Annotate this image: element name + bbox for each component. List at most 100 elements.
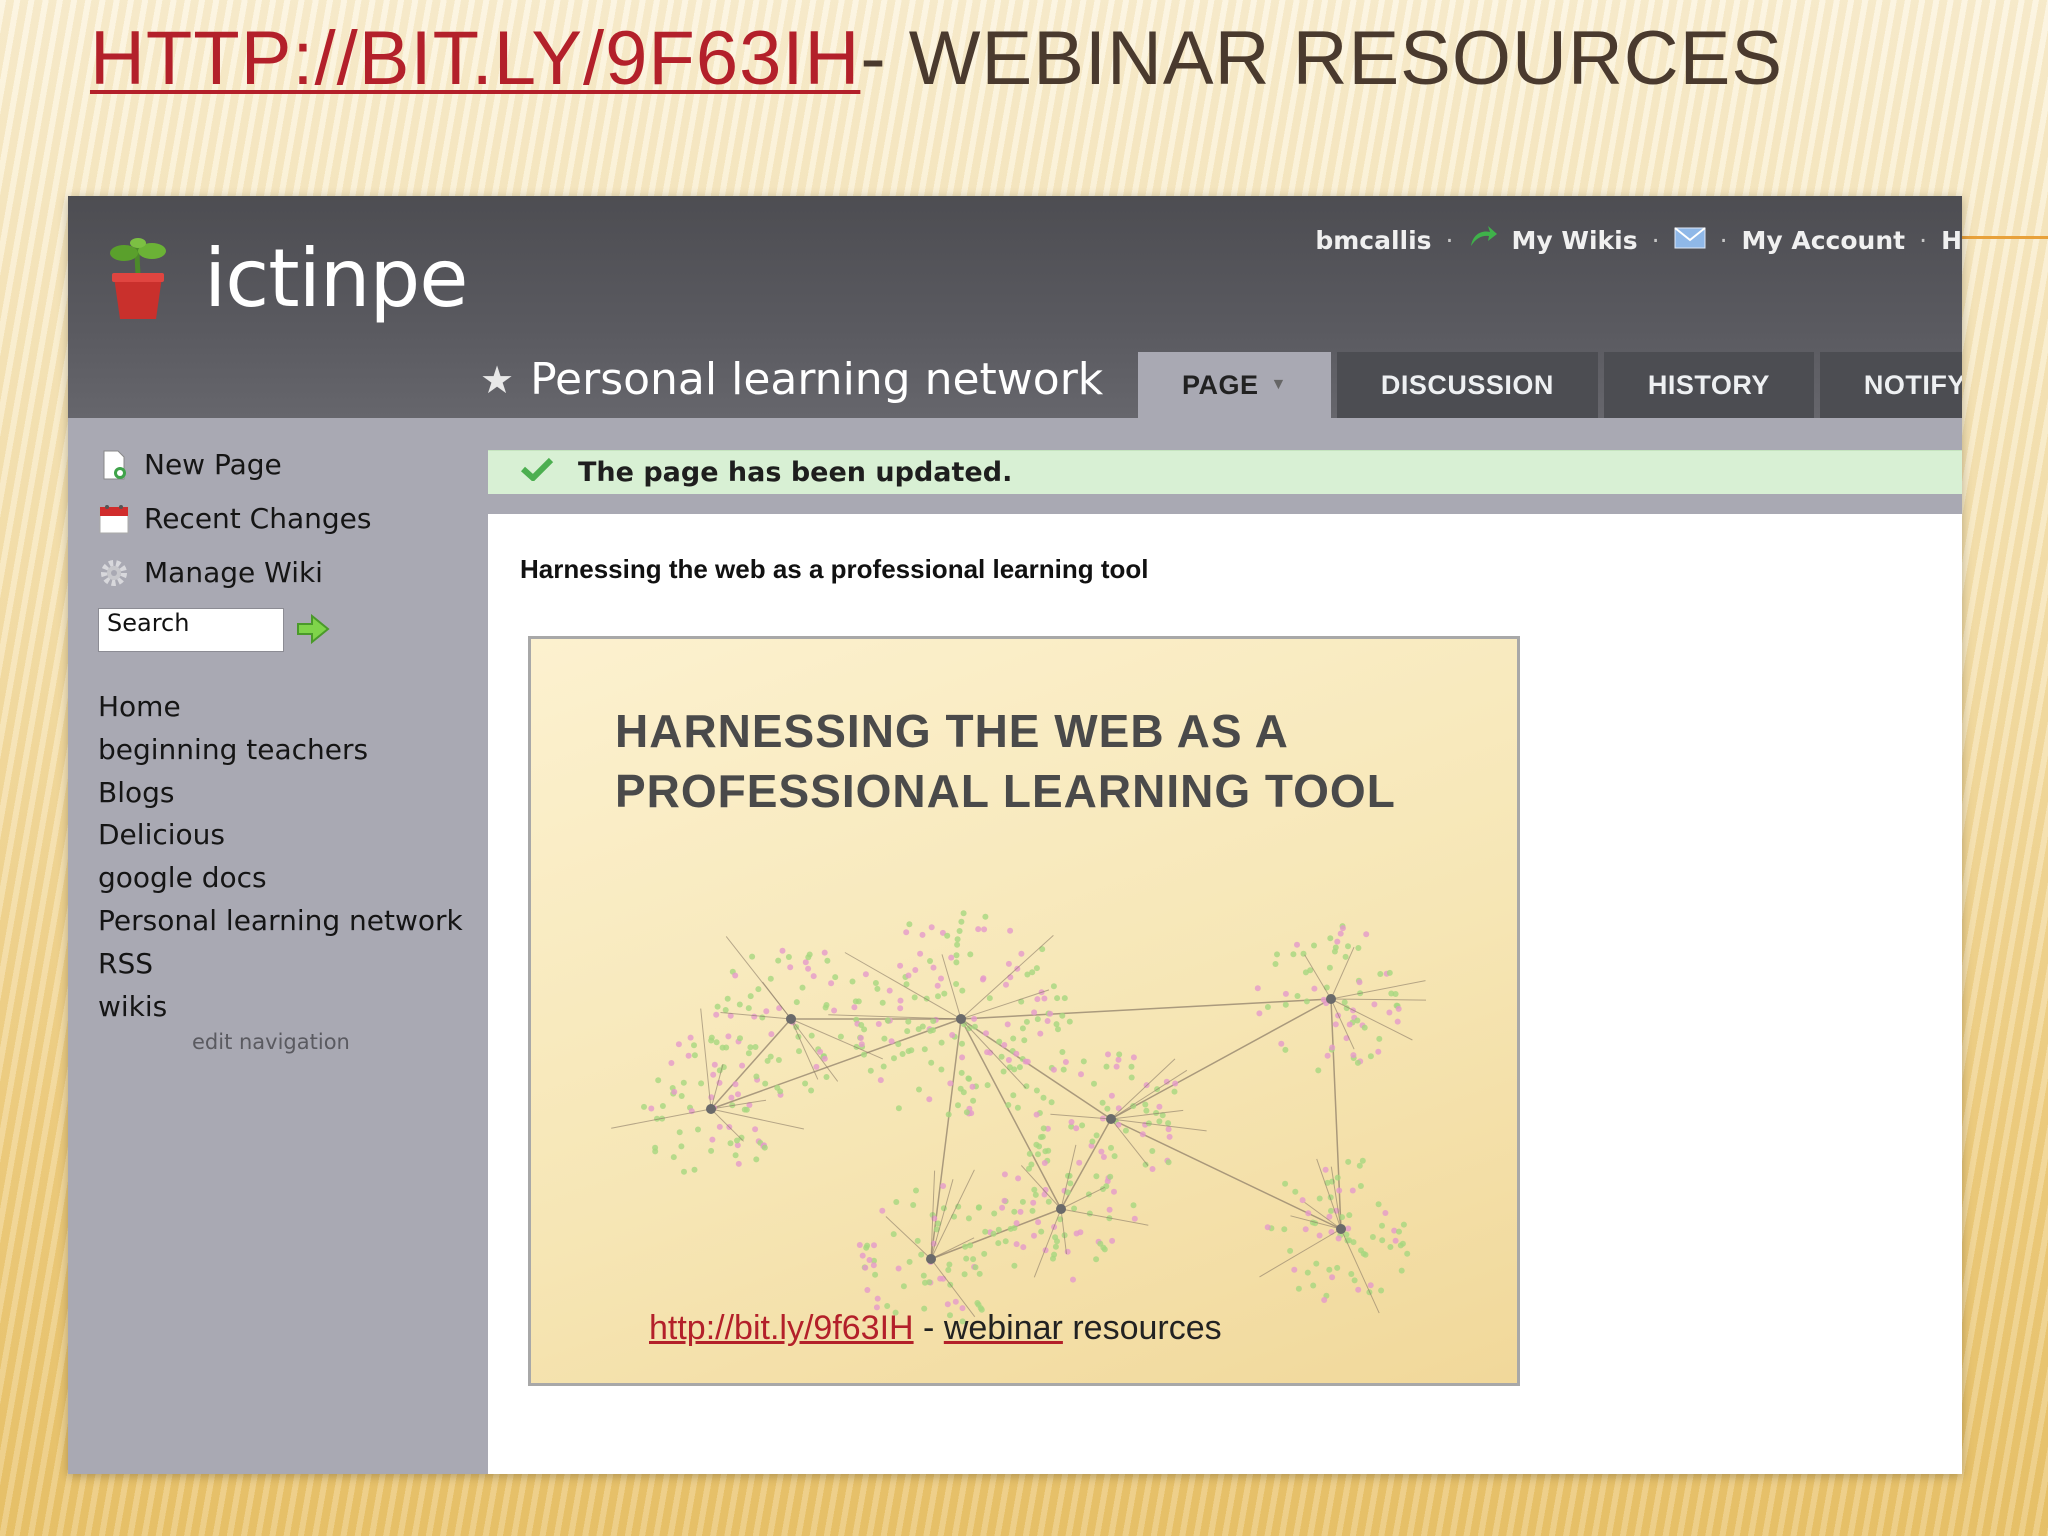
network-node [716, 1123, 723, 1130]
network-spoke [1060, 1208, 1067, 1255]
network-node [872, 1271, 879, 1278]
network-node [670, 1154, 677, 1161]
sidebar-item-delicious[interactable]: Delicious [98, 814, 463, 857]
network-node [867, 1067, 874, 1074]
network-node [767, 975, 774, 982]
network-node [799, 984, 806, 991]
network-node [903, 929, 910, 936]
network-node [1044, 1018, 1051, 1024]
network-node [745, 1050, 752, 1057]
edit-navigation-link[interactable]: edit navigation [192, 1030, 350, 1054]
network-node [1033, 1141, 1040, 1148]
network-node [880, 1063, 887, 1070]
network-node [914, 1237, 921, 1244]
network-node [1078, 1071, 1084, 1078]
network-node [1376, 1035, 1383, 1042]
sidebar-item-home[interactable]: Home [98, 686, 463, 729]
my-account-link[interactable]: My Account [1742, 226, 1906, 255]
sidebar-item-personal-learning-network[interactable]: Personal learning network [98, 900, 463, 943]
network-node [1060, 1066, 1067, 1073]
network-node [1355, 945, 1362, 951]
slide-title-link[interactable]: HTTP://BIT.LY/9F63IH [90, 16, 860, 101]
network-node [864, 1287, 871, 1293]
network-node [1113, 1063, 1120, 1070]
network-node [1005, 1057, 1012, 1063]
network-node [1382, 1210, 1389, 1216]
tab-notify[interactable]: NOTIFY M [1819, 352, 1962, 418]
network-node [1033, 1111, 1040, 1118]
network-hub [1336, 1224, 1346, 1234]
network-node [1359, 1157, 1366, 1164]
network-node [732, 972, 739, 979]
new-page-action[interactable]: New Page [98, 448, 282, 481]
network-hub [706, 1104, 716, 1114]
tab-discussion[interactable]: DISCUSSION [1336, 352, 1598, 418]
network-node [1105, 1051, 1111, 1058]
network-node [713, 1011, 720, 1018]
network-node [1098, 1148, 1105, 1155]
network-node [1345, 943, 1351, 950]
network-node [1345, 1225, 1352, 1232]
network-node [1033, 965, 1040, 972]
recent-changes-label: Recent Changes [144, 502, 372, 535]
embedded-slide-image[interactable]: HARNESSING THE WEB AS A PROFESSIONAL LEA… [528, 636, 1520, 1386]
search-input[interactable]: Search [98, 608, 284, 652]
sidebar-item-google-docs[interactable]: google docs [98, 857, 463, 900]
network-node [1311, 942, 1317, 949]
tab-page[interactable]: PAGE ▼ [1138, 352, 1331, 418]
network-node [1041, 995, 1048, 1002]
sidebar-item-rss[interactable]: RSS [98, 943, 463, 986]
network-node [995, 1226, 1002, 1233]
network-node [1128, 1074, 1135, 1081]
network-node [958, 918, 965, 925]
network-node [1315, 1067, 1322, 1074]
network-node [761, 1144, 768, 1151]
network-node [676, 1129, 683, 1136]
network-hub [786, 1014, 796, 1024]
network-node [713, 1039, 720, 1046]
username-link[interactable]: bmcallis [1315, 226, 1431, 255]
chevron-down-icon[interactable]: ▼ [1271, 376, 1287, 394]
tab-history[interactable]: HISTORY [1603, 352, 1814, 418]
decorative-line [1962, 236, 2048, 239]
network-node [785, 954, 792, 960]
network-node [1332, 1021, 1339, 1028]
network-node [1294, 993, 1301, 999]
separator: · [1445, 225, 1454, 255]
network-node [1360, 1250, 1367, 1257]
network-node [944, 1301, 951, 1308]
truncated-link[interactable]: H [1941, 226, 1962, 255]
network-node [1282, 1046, 1289, 1053]
network-node [728, 1094, 735, 1101]
network-node [655, 1077, 662, 1084]
network-node [947, 1080, 954, 1087]
tab-notify-label: NOTIFY M [1863, 369, 1962, 400]
mail-icon[interactable] [1673, 226, 1706, 255]
sidebar-item-blogs[interactable]: Blogs [98, 772, 463, 815]
network-node [927, 958, 933, 964]
network-node [900, 1283, 907, 1290]
network-node [1346, 1021, 1353, 1028]
search-go-icon[interactable] [296, 613, 330, 645]
network-node [1350, 1052, 1357, 1059]
network-node [930, 964, 937, 971]
site-logo[interactable]: ictinpe [106, 232, 469, 325]
network-node [1017, 1208, 1024, 1215]
network-node [806, 951, 813, 958]
manage-wiki-action[interactable]: Manage Wiki [98, 556, 323, 589]
network-node [1329, 1044, 1336, 1051]
network-node [735, 1091, 741, 1098]
sidebar-item-wikis[interactable]: wikis [98, 986, 463, 1029]
network-node [954, 936, 961, 943]
sidebar-item-beginning-teachers[interactable]: beginning teachers [98, 729, 463, 772]
page-title-row: ★ Personal learning network [480, 354, 1103, 405]
recent-changes-action[interactable]: Recent Changes [98, 502, 371, 535]
network-spoke [1330, 980, 1426, 1000]
network-node [675, 1041, 682, 1048]
my-wikis-link[interactable]: My Wikis [1512, 226, 1638, 255]
star-icon[interactable]: ★ [480, 358, 514, 402]
network-node [1328, 1207, 1334, 1214]
network-hub [1056, 1204, 1066, 1214]
network-node [687, 1034, 694, 1041]
network-node [926, 1096, 933, 1103]
